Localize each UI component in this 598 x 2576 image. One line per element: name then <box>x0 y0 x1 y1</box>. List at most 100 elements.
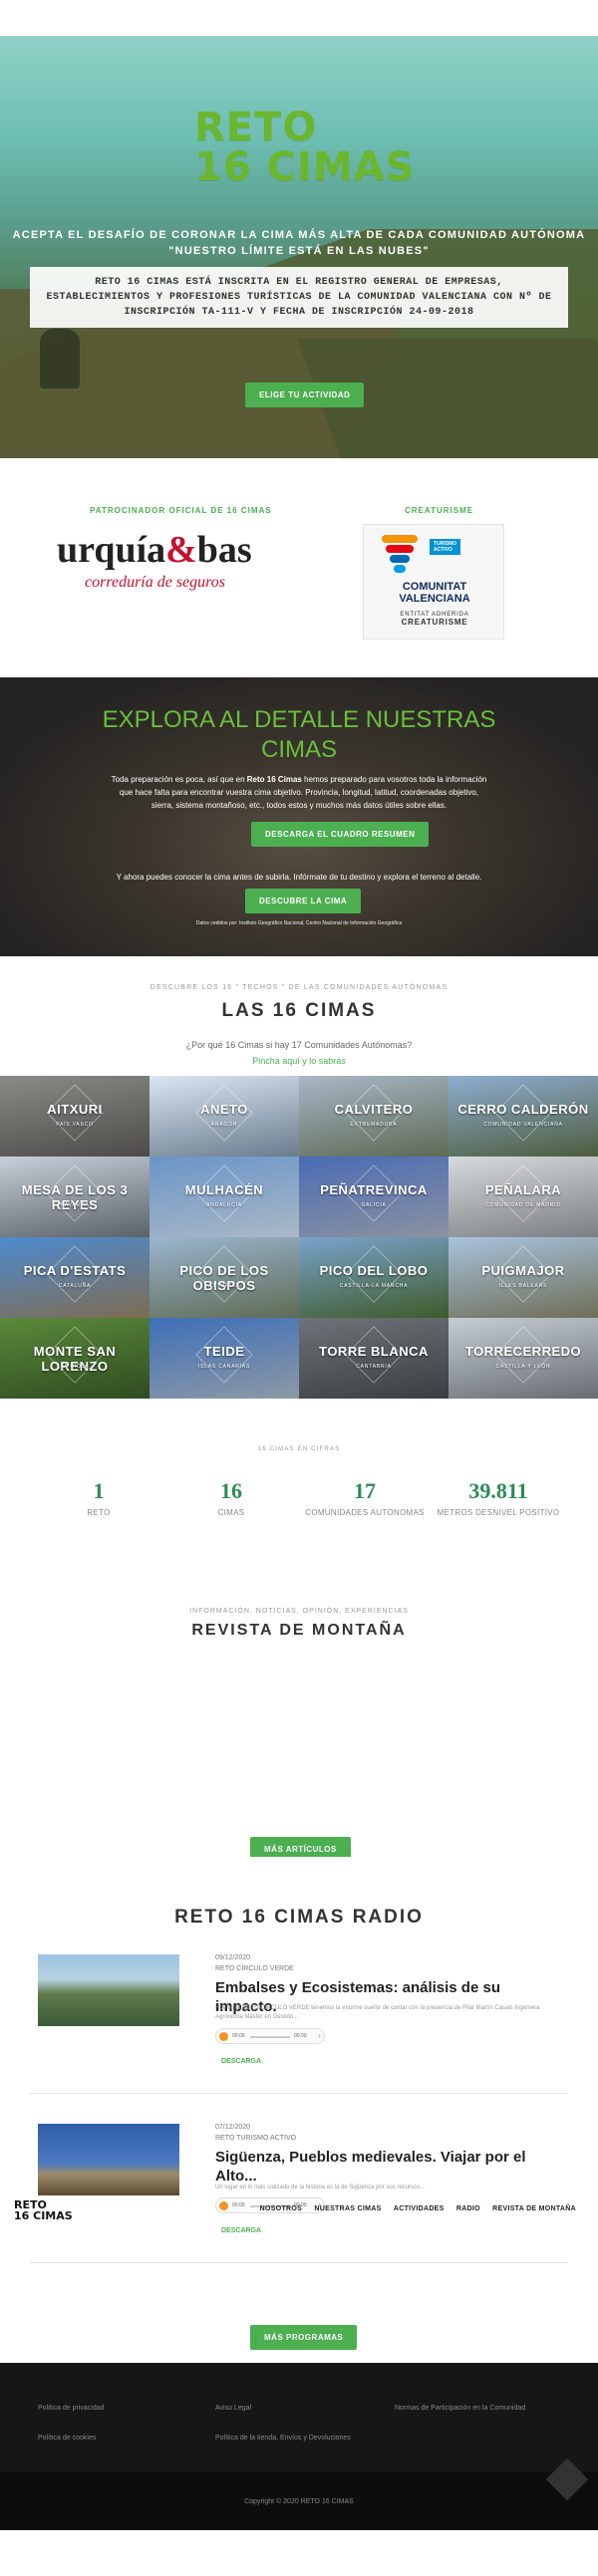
footer-link-cookies[interactable]: Política de cookies <box>38 2435 96 2442</box>
download-link[interactable]: DESCARGA <box>221 2058 261 2065</box>
peak-tile[interactable]: ANETO ARAGÓN <box>150 1076 299 1157</box>
data-source-note[interactable]: Datos cedidos por: Instituto Geográfico … <box>60 920 538 926</box>
radio-title: RETO 16 CIMAS RADIO <box>174 1907 424 1928</box>
peak-region: EXTREMADURA <box>350 1122 398 1128</box>
comunitat-valenciana-title: COMUNITAT VALENCIANA <box>399 581 470 605</box>
urquia-bas-logo[interactable]: urquía&bas <box>57 528 252 572</box>
footer-link-community-rules[interactable]: Normas de Participación en la Comunidad <box>395 2405 525 2412</box>
entitat-adherida-label: ENTITAT ADHERIDA CREATURISME <box>400 612 469 627</box>
post-excerpt: Hoy en el RETO CÍRCULO VERDE tenemos la … <box>215 2005 540 2020</box>
peak-region: ANDALUCÍA <box>206 1202 242 1208</box>
download-link[interactable]: DESCARGA <box>221 2227 261 2234</box>
post-title[interactable]: Sigüenza, Pueblos medievales. Viajar por… <box>215 2148 558 2186</box>
post-category[interactable]: RETO CÍRCULO VERDE <box>215 1965 294 1972</box>
peak-tile[interactable]: MESA DE LOS 3 REYES NAVARRA <box>0 1157 150 1237</box>
more-programs-button[interactable]: MÁS PROGRAMAS <box>250 2325 358 2350</box>
peak-tile[interactable]: PUIGMAJOR ILLES BALEARS <box>448 1237 598 1318</box>
nav-item-actividades[interactable]: ACTIVIDADES <box>394 2205 445 2212</box>
sticky-header: RETO 16 CIMAS NOSOTROS NUESTRAS CIMAS ACT… <box>0 2191 598 2225</box>
revista-title: REVISTA DE MONTAÑA <box>191 1622 407 1639</box>
peak-name: TORRECERREDO <box>464 1344 582 1359</box>
peak-tile[interactable]: CERRO CALDERÓN COMUNIDAD VALENCIANA <box>448 1076 598 1157</box>
site-logo[interactable]: RETO 16 CIMAS <box>14 2199 73 2221</box>
revista-section: INFORMACIÓN, NOTICIAS, OPINIÓN, EXPERIEN… <box>0 1598 598 1862</box>
copyright-bar: Copyright © 2020 RETO 16 CIMAS <box>0 2457 598 2530</box>
stats-section: 16 CIMAS EN CIFRAS 1 RETO 16 CIMAS 17 COMUN… <box>0 1399 598 1598</box>
footer-link-privacy[interactable]: Política de privacidad <box>38 2405 105 2412</box>
cimas-header: DESCUBRE LOS 16 " TECHOS " DE LAS COMUNI… <box>0 956 598 1076</box>
peak-region: PAÍS VASCO <box>56 1122 94 1128</box>
stat-item: 16 CIMAS <box>217 1478 245 1517</box>
play-icon[interactable] <box>219 2032 228 2041</box>
peak-name: TEIDE <box>203 1344 245 1359</box>
peak-tile[interactable]: MULHACÉN ANDALUCÍA <box>150 1157 299 1237</box>
choose-activity-button[interactable]: ELIGE TU ACTIVIDAD <box>245 383 365 407</box>
revista-subtitle: INFORMACIÓN, NOTICIAS, OPINIÓN, EXPERIEN… <box>189 1608 409 1615</box>
explore-text-2: Y ahora puedes conocer la cima antes de … <box>116 873 482 882</box>
creaturisme-logo[interactable]: TURISMO ACTIVO COMUNITAT VALENCIANA ENTITA… <box>363 524 504 640</box>
peak-name: PICA D'ESTATS <box>23 1263 127 1278</box>
cimas-question: ¿Por qué 16 Cimas si hay 17 Comunidades … <box>185 1040 413 1050</box>
audio-player[interactable]: 00:00 00:00 ♪ <box>215 2028 325 2044</box>
peak-tile[interactable]: PICO DE LOS OBISPOS ASTURIAS <box>150 1237 299 1318</box>
post-category[interactable]: RETO TURISMO ACTIVO <box>215 2135 296 2142</box>
download-summary-button[interactable]: DESCARGA EL CUADRO RESUMEN <box>251 822 430 847</box>
registry-notice: RETO 16 CIMAS ESTÁ INSCRITA EN EL REGIST… <box>30 267 568 328</box>
cimas-why-link[interactable]: Pincha aquí y lo sabrás <box>0 1056 598 1066</box>
post-date: 09/12/2020 <box>215 1954 251 1961</box>
peak-tile[interactable]: PEÑATREVINCA GALICIA <box>299 1157 448 1237</box>
peak-tile[interactable]: AITXURI PAÍS VASCO <box>0 1076 150 1157</box>
copyright-text: Copyright © 2020 RETO 16 CIMAS <box>244 2498 354 2505</box>
main-nav: NOSOTROS NUESTRAS CIMAS ACTIVIDADES RADI… <box>250 2205 576 2212</box>
peak-tile[interactable]: TORRE BLANCA CANTABRIA <box>299 1318 448 1399</box>
explore-section: EXPLORA AL DETALLE NUESTRAS CIMAS Toda p… <box>0 677 598 956</box>
peak-name: PEÑATREVINCA <box>320 1182 428 1197</box>
peak-tile[interactable]: CALVITERO EXTREMADURA <box>299 1076 448 1157</box>
stat-item: 39.811 METROS DESNIVEL POSITIVO <box>437 1478 560 1517</box>
peak-name: PEÑALARA <box>484 1182 562 1197</box>
peak-tile[interactable]: PICA D'ESTATS CATALUÑA <box>0 1237 150 1318</box>
nav-item-radio[interactable]: RADIO <box>456 2205 480 2212</box>
cimas-subtitle: DESCUBRE LOS 16 " TECHOS " DE LAS COMUNI… <box>150 984 448 991</box>
peak-name: CERRO CALDERÓN <box>457 1102 589 1117</box>
peaks-grid: AITXURI PAÍS VASCO ANETO ARAGÓN CALVITERO EXT… <box>0 1076 598 1399</box>
hero-section: RETO 16 CIMAS ACEPTA EL DESAFÍO DE CORON… <box>0 36 598 458</box>
peak-region: NAVARRA <box>60 1202 90 1208</box>
cimas-title: LAS 16 CIMAS <box>221 1000 377 1021</box>
peak-name: TORRE BLANCA <box>319 1344 429 1359</box>
peak-region: ISLAS CANARIAS <box>197 1364 251 1370</box>
peak-name: MULHACÉN <box>184 1182 264 1197</box>
peak-name: AITXURI <box>47 1102 103 1117</box>
peak-tile[interactable]: PICO DEL LOBO CASTILLA-LA MANCHA <box>299 1237 448 1318</box>
post-date: 07/12/2020 <box>215 2124 251 2131</box>
peak-name: ANETO <box>200 1102 248 1117</box>
audio-progress-bar[interactable] <box>250 2036 290 2038</box>
post-thumbnail[interactable] <box>38 2124 179 2195</box>
peak-tile[interactable]: TORRECERREDO CASTILLA Y LEÓN <box>448 1318 598 1399</box>
peak-region: CASTILLA Y LEÓN <box>495 1364 551 1370</box>
peak-name: CALVITERO <box>334 1102 414 1117</box>
footer-link-legal[interactable]: Aviso Legal <box>215 2405 251 2412</box>
explore-text: Toda preparación es poca, así que en Ret… <box>111 775 487 810</box>
peak-tile[interactable]: PEÑALARA COMUNIDAD DE MADRID <box>448 1157 598 1237</box>
footer-link-shop-policy[interactable]: Política de la tienda, Envíos y Devoluci… <box>215 2435 351 2442</box>
peak-region: ARAGÓN <box>210 1122 238 1128</box>
peak-region: ILLES BALEARS <box>498 1283 548 1289</box>
radio-post: 09/12/2020 RETO CÍRCULO VERDE Embalses y… <box>30 1954 568 2094</box>
nav-item-nuestras-cimas[interactable]: NUESTRAS CIMAS <box>314 2205 381 2212</box>
nav-item-nosotros[interactable]: NOSOTROS <box>260 2205 302 2212</box>
urquia-bas-tagline: correduría de seguros <box>85 574 226 591</box>
peak-tile[interactable]: TEIDE ISLAS CANARIAS <box>150 1318 299 1399</box>
radio-section: RETO 16 CIMAS RADIO 09/12/2020 RETO CÍRC… <box>0 1857 598 2363</box>
peak-region: LA RIOJA <box>60 1364 90 1370</box>
peak-tile[interactable]: MONTE SAN LORENZO LA RIOJA <box>0 1318 150 1399</box>
peak-region: CANTABRIA <box>356 1364 392 1370</box>
discover-peak-button[interactable]: DESCUBRE LA CIMA <box>245 889 362 913</box>
volume-icon[interactable]: ♪ <box>318 2033 321 2039</box>
top-strip <box>0 0 598 36</box>
nav-item-revista[interactable]: REVISTA DE MONTAÑA <box>492 2205 576 2212</box>
peak-name: PICO DEL LOBO <box>319 1263 429 1278</box>
peak-region: ASTURIAS <box>208 1283 240 1289</box>
peak-name: PUIGMAJOR <box>481 1263 565 1278</box>
post-thumbnail[interactable] <box>38 1954 179 2026</box>
